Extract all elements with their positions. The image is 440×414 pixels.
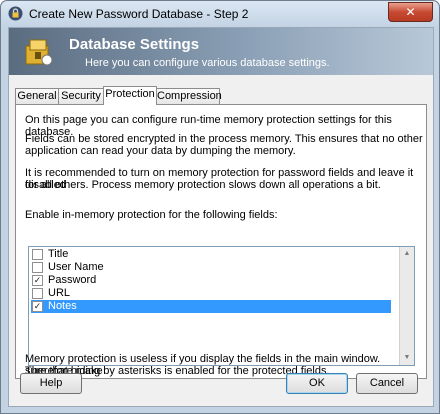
close-icon: ✕ <box>405 5 416 19</box>
dialog-client-area: Database Settings Here you can configure… <box>8 27 434 407</box>
cancel-button[interactable]: Cancel <box>356 373 418 394</box>
field-item-notes[interactable]: ✓ Notes <box>31 300 391 313</box>
tab-compression[interactable]: Compression <box>156 88 222 104</box>
lock-icon <box>8 6 23 21</box>
field-label-title: Title <box>48 248 69 260</box>
fields-checklist[interactable]: Title User Name ✓ Password URL ✓ Notes ▲… <box>28 246 415 366</box>
banner-title: Database Settings <box>69 36 200 53</box>
title-bar[interactable]: Create New Password Database - Step 2 ✕ <box>1 1 439 27</box>
banner-subtitle: Here you can configure various database … <box>85 57 330 69</box>
field-label-user-name: User Name <box>48 261 104 273</box>
database-icon <box>25 39 53 66</box>
field-item-title[interactable]: Title <box>31 248 391 261</box>
close-window-button[interactable]: ✕ <box>388 2 433 22</box>
tab-compression-label: Compression <box>157 90 222 102</box>
list-scrollbar[interactable]: ▲ ▼ <box>399 247 414 365</box>
dialog-window: Create New Password Database - Step 2 ✕ … <box>0 0 440 414</box>
field-item-password[interactable]: ✓ Password <box>31 274 391 287</box>
recommend-text-line2: for all others. Process memory protectio… <box>25 179 381 191</box>
tab-general[interactable]: General <box>15 88 59 104</box>
checkbox-title[interactable] <box>32 249 43 260</box>
tab-general-label: General <box>17 90 57 102</box>
field-item-url[interactable]: URL <box>31 287 391 300</box>
field-label-password: Password <box>48 274 97 286</box>
protection-panel: On this page you can configure run-time … <box>15 104 427 379</box>
list-label: Enable in-memory protection for the foll… <box>25 209 278 221</box>
tab-security-label: Security <box>61 90 101 102</box>
window-title: Create New Password Database - Step 2 <box>29 7 249 21</box>
field-item-user-name[interactable]: User Name <box>31 261 391 274</box>
encrypt-text-line2: application can read your data by dumpin… <box>25 145 296 157</box>
field-label-notes: Notes <box>48 300 77 312</box>
field-label-url: URL <box>48 287 71 299</box>
checkbox-url[interactable] <box>32 288 43 299</box>
checkbox-notes[interactable]: ✓ <box>32 301 43 312</box>
scroll-up-icon[interactable]: ▲ <box>400 247 414 261</box>
tab-protection[interactable]: Protection <box>103 86 157 105</box>
encrypt-text-line1: Fields can be stored encrypted in the pr… <box>25 133 423 145</box>
checkbox-user-name[interactable] <box>32 262 43 273</box>
tab-protection-label: Protection <box>105 88 155 100</box>
help-button[interactable]: Help <box>20 373 82 394</box>
ok-button[interactable]: OK <box>286 373 348 394</box>
header-banner: Database Settings Here you can configure… <box>9 28 433 75</box>
tab-security[interactable]: Security <box>58 88 104 104</box>
checkbox-password[interactable]: ✓ <box>32 275 43 286</box>
